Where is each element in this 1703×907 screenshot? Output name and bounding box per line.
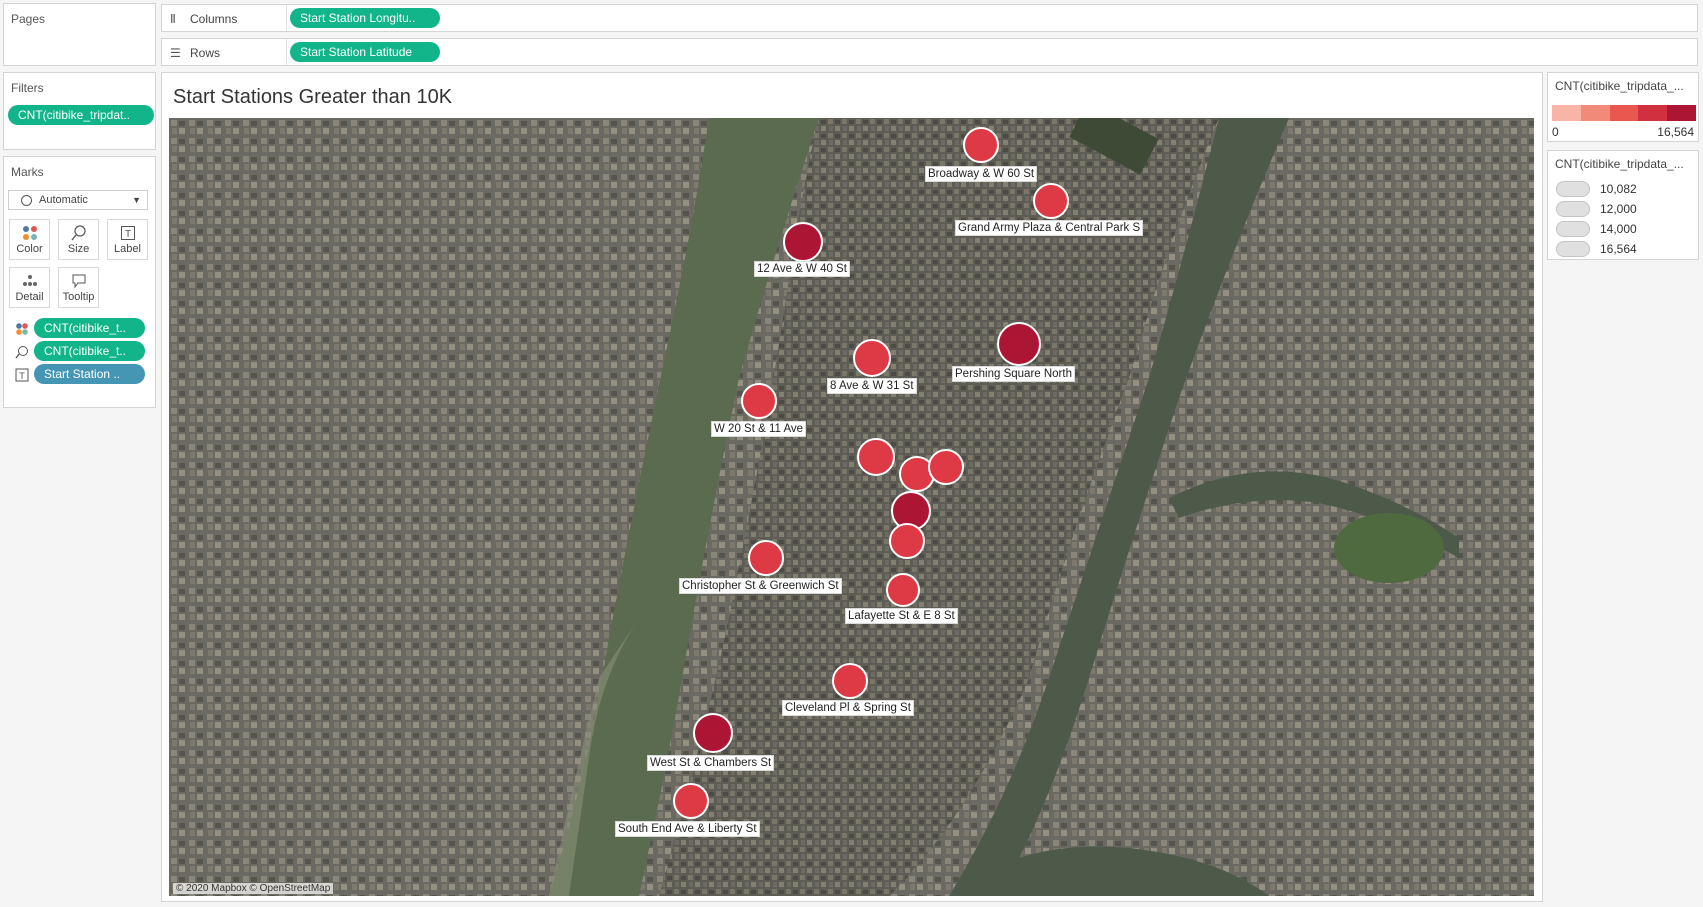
station-label: West St & Chambers St [647,755,775,771]
chart-title: Start Stations Greater than 10K [173,86,453,108]
filters-panel: Filters CNT(citibike_tripdat.. [3,72,156,150]
size-button-label: Size [67,243,90,255]
rows-icon: ☰ [170,46,181,60]
marks-title: Marks [11,165,44,179]
columns-label: Columns [190,12,238,26]
pages-panel: Pages [3,3,156,66]
rows-pill[interactable]: Start Station Latitude [290,42,440,62]
label-icon: T [15,368,29,385]
marks-color-pill[interactable]: CNT(citibike_t.. [34,318,145,338]
size-icon [59,225,98,241]
color-dots-icon [15,322,29,339]
label-icon: T [108,225,147,241]
size-icon [15,345,29,362]
map-credit: © 2020 Mapbox © OpenStreetMap [173,883,334,894]
satellite-map[interactable]: © 2020 Mapbox © OpenStreetMap [169,118,1534,896]
color-swatch [1667,105,1696,121]
label-button[interactable]: T Label [107,219,148,260]
station-marker[interactable] [783,222,823,262]
size-legend-value: 12,000 [1600,202,1637,216]
station-label: 12 Ave & W 40 St [754,261,850,277]
mark-type-dropdown[interactable]: Automatic ▼ [8,190,148,210]
station-label: Cleveland Pl & Spring St [782,700,914,716]
size-legend-value: 14,000 [1600,222,1637,236]
station-marker[interactable] [748,540,784,576]
color-legend[interactable]: CNT(citibike_tripdata_... 0 16,564 [1547,72,1699,142]
detail-button-label: Detail [15,291,44,303]
color-swatch [1638,105,1668,121]
chevron-down-icon: ▼ [132,195,141,205]
station-marker[interactable] [693,713,733,753]
mark-type-value: Automatic [39,194,88,206]
color-swatch [1580,105,1610,121]
tooltip-icon [59,273,98,289]
marks-label-pill[interactable]: Start Station .. [34,364,145,384]
filters-title: Filters [11,81,44,95]
station-label: W 20 St & 11 Ave [711,421,807,437]
color-swatch [1552,105,1581,121]
pages-title: Pages [11,12,46,26]
color-button-label: Color [16,243,43,255]
station-marker[interactable] [853,339,891,377]
color-dots-icon [10,225,49,241]
station-label: Grand Army Plaza & Central Park S [955,220,1144,236]
columns-pill[interactable]: Start Station Longitu.. [290,8,440,28]
color-legend-title: CNT(citibike_tripdata_... [1555,79,1684,93]
station-label: Pershing Square North [952,366,1075,382]
color-button[interactable]: Color [9,219,50,260]
size-legend-value: 16,564 [1600,242,1637,256]
columns-icon: Ⅱ [170,12,176,26]
station-marker[interactable] [889,523,925,559]
size-legend-title: CNT(citibike_tripdata_... [1555,157,1684,171]
station-marker[interactable] [741,383,777,419]
detail-dots-icon [10,273,49,289]
tooltip-button[interactable]: Tooltip [58,267,99,308]
tooltip-button-label: Tooltip [62,291,95,303]
station-label: Broadway & W 60 St [925,166,1038,182]
filter-pill[interactable]: CNT(citibike_tripdat.. [8,105,154,125]
label-button-label: Label [114,243,141,255]
columns-shelf[interactable]: Ⅱ Columns Start Station Longitu.. [161,4,1698,32]
mark-circle-icon [21,195,32,206]
color-ramp [1552,105,1696,121]
station-label: Christopher St & Greenwich St [679,578,842,594]
svg-text:T: T [124,229,130,240]
rows-label: Rows [190,46,221,60]
color-legend-min: 0 [1552,125,1559,139]
detail-button[interactable]: Detail [9,267,50,308]
rows-shelf[interactable]: ☰ Rows Start Station Latitude [161,38,1698,66]
color-swatch [1609,105,1639,121]
station-marks [673,127,1069,819]
size-legend[interactable]: CNT(citibike_tripdata_... 10,082 12,000 … [1547,150,1699,260]
station-marker[interactable] [997,322,1041,366]
color-legend-max: 16,564 [1657,125,1694,139]
station-label: Lafayette St & E 8 St [845,608,958,624]
station-marker[interactable] [832,663,868,699]
station-marker[interactable] [928,449,964,485]
station-label: 8 Ave & W 31 St [827,378,917,394]
size-legend-value: 10,082 [1600,182,1637,196]
station-marker[interactable] [963,127,999,163]
station-marker[interactable] [1033,183,1069,219]
size-button[interactable]: Size [58,219,99,260]
station-marker[interactable] [673,783,709,819]
station-marker[interactable] [857,438,895,476]
station-marker[interactable] [886,573,920,607]
svg-text:T: T [19,371,25,381]
marks-size-pill[interactable]: CNT(citibike_t.. [34,341,145,361]
station-label: South End Ave & Liberty St [615,821,760,837]
